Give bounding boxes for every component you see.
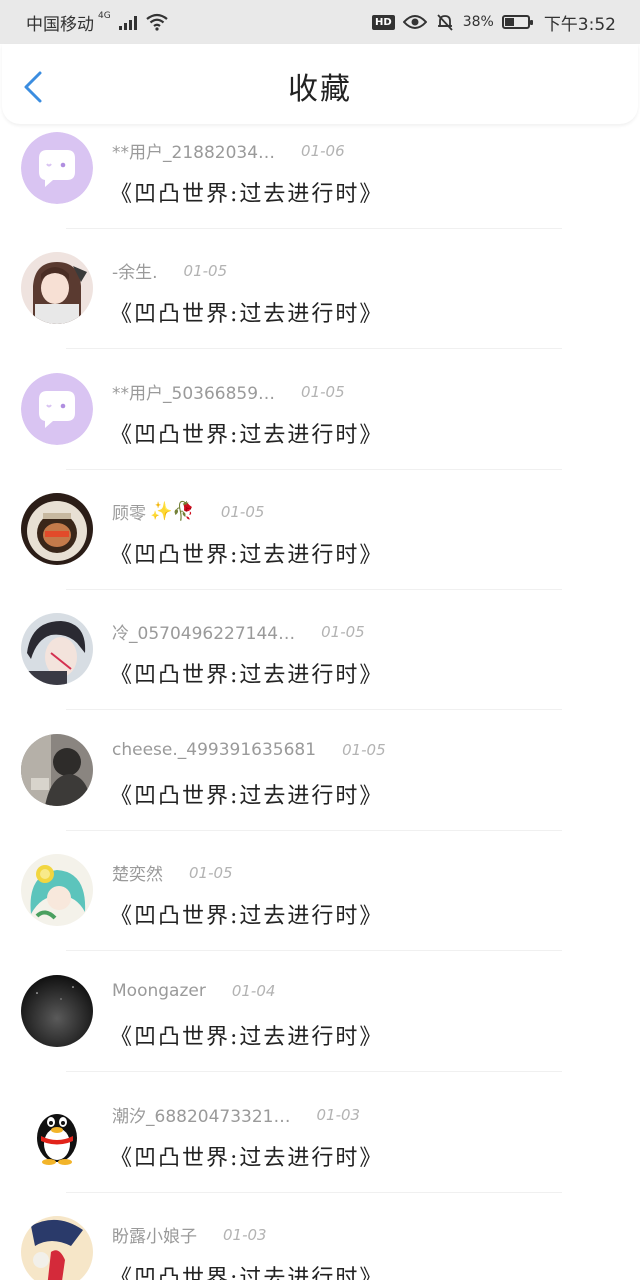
eye-icon <box>402 15 427 29</box>
avatar[interactable] <box>21 252 93 324</box>
astronaut-avatar-icon <box>21 493 93 565</box>
list-item[interactable]: **用户_21882034… 01-06 《凹凸世界:过去进行时》 <box>0 124 640 244</box>
item-title: 《凹凸世界:过去进行时》 <box>110 904 384 929</box>
hd-icon: HD <box>372 14 395 30</box>
signal-icon <box>118 14 137 30</box>
username: 潮汐_68820473321… <box>112 1107 291 1127</box>
photo-avatar-icon <box>21 734 93 806</box>
item-title: 《凹凸世界:过去进行时》 <box>110 543 384 568</box>
avatar[interactable] <box>21 1216 93 1280</box>
date: 01-03 <box>223 1225 267 1244</box>
date: 01-05 <box>301 382 345 401</box>
date: 01-05 <box>321 622 365 641</box>
illustration-avatar-icon <box>21 1216 93 1280</box>
divider <box>66 469 562 470</box>
username: **用户_50366859… <box>112 384 276 404</box>
avatar[interactable] <box>21 373 93 445</box>
list-item[interactable]: 冷_0570496227144… 01-05 《凹凸世界:过去进行时》 <box>0 605 640 725</box>
item-title: 《凹凸世界:过去进行时》 <box>110 302 384 327</box>
list-item[interactable]: 潮汐_68820473321… 01-03 《凹凸世界:过去进行时》 <box>0 1088 640 1208</box>
divider <box>66 228 562 229</box>
anime-girl-avatar-icon <box>21 252 93 324</box>
page-title: 收藏 <box>288 72 352 107</box>
wifi-icon <box>146 13 168 31</box>
list-item[interactable]: 楚奕然 01-05 《凹凸世界:过去进行时》 <box>0 846 640 966</box>
list-item[interactable]: Moongazer 01-04 《凹凸世界:过去进行时》 <box>0 967 640 1087</box>
item-title: 《凹凸世界:过去进行时》 <box>110 423 384 448</box>
item-title: 《凹凸世界:过去进行时》 <box>110 663 384 688</box>
favorites-list: **用户_21882034… 01-06 《凹凸世界:过去进行时》 -余生. 0… <box>0 124 640 1280</box>
divider <box>66 1192 562 1193</box>
mute-bell-icon <box>437 14 453 31</box>
back-button[interactable] <box>20 70 50 103</box>
carrier-label: 中国移动 <box>26 14 94 35</box>
item-title: 《凹凸世界:过去进行时》 <box>110 1266 384 1280</box>
date: 01-05 <box>220 502 265 521</box>
battery-icon <box>501 15 533 29</box>
dark-sky-avatar-icon <box>21 975 93 1047</box>
date: 01-05 <box>342 741 386 759</box>
date: 01-05 <box>189 863 233 882</box>
list-item[interactable]: cheese._499391635681 01-05 《凹凸世界:过去进行时》 <box>0 726 640 846</box>
username: **用户_21882034… <box>112 143 276 163</box>
battery-percent: 38% <box>462 14 494 30</box>
username: cheese._499391635681 <box>112 740 317 760</box>
date: 01-06 <box>301 141 345 160</box>
username: 顾零 <box>112 504 146 524</box>
avatar[interactable] <box>21 493 93 565</box>
default-avatar-icon <box>21 373 93 445</box>
list-item[interactable]: 顾零 ✨🥀 01-05 《凹凸世界:过去进行时》 <box>0 485 640 605</box>
avatar[interactable] <box>21 975 93 1047</box>
lemon-girl-avatar-icon <box>21 854 93 926</box>
avatar[interactable] <box>21 1096 93 1168</box>
clock: 下午3:52 <box>543 14 616 35</box>
avatar[interactable] <box>21 132 93 204</box>
divider <box>66 950 562 951</box>
default-avatar-icon <box>21 132 93 204</box>
username: 盼露小娘子 <box>112 1227 197 1247</box>
status-bar: 中国移动 4G HD 38% 下午3:52 <box>0 0 640 44</box>
item-title: 《凹凸世界:过去进行时》 <box>110 1025 384 1050</box>
date: 01-04 <box>231 982 276 1000</box>
list-item[interactable]: **用户_50366859… 01-05 《凹凸世界:过去进行时》 <box>0 365 640 485</box>
chevron-left-icon <box>24 71 42 103</box>
item-title: 《凹凸世界:过去进行时》 <box>110 1146 384 1171</box>
avatar[interactable] <box>21 613 93 685</box>
list-item[interactable]: 盼露小娘子 01-03 《凹凸世界:过去进行时》 <box>0 1208 640 1280</box>
divider <box>66 589 562 590</box>
username: -余生. <box>112 263 158 283</box>
username: 楚奕然 <box>112 865 163 885</box>
divider <box>66 1071 562 1072</box>
list-item[interactable]: -余生. 01-05 《凹凸世界:过去进行时》 <box>0 244 640 364</box>
item-title: 《凹凸世界:过去进行时》 <box>110 784 384 809</box>
anime-boy-avatar-icon <box>21 613 93 685</box>
username: Moongazer <box>112 981 206 1001</box>
divider <box>66 348 562 349</box>
date: 01-05 <box>183 261 228 280</box>
network-type: 4G <box>98 11 111 21</box>
date: 01-03 <box>316 1105 361 1124</box>
username-emoji: ✨🥀 <box>150 501 195 522</box>
item-title: 《凹凸世界:过去进行时》 <box>110 182 384 207</box>
avatar[interactable] <box>21 854 93 926</box>
divider <box>66 830 562 831</box>
divider <box>66 709 562 710</box>
nav-bar: 收藏 <box>2 44 638 124</box>
username: 冷_0570496227144… <box>112 624 296 644</box>
avatar[interactable] <box>21 734 93 806</box>
qq-penguin-avatar-icon <box>21 1096 93 1168</box>
